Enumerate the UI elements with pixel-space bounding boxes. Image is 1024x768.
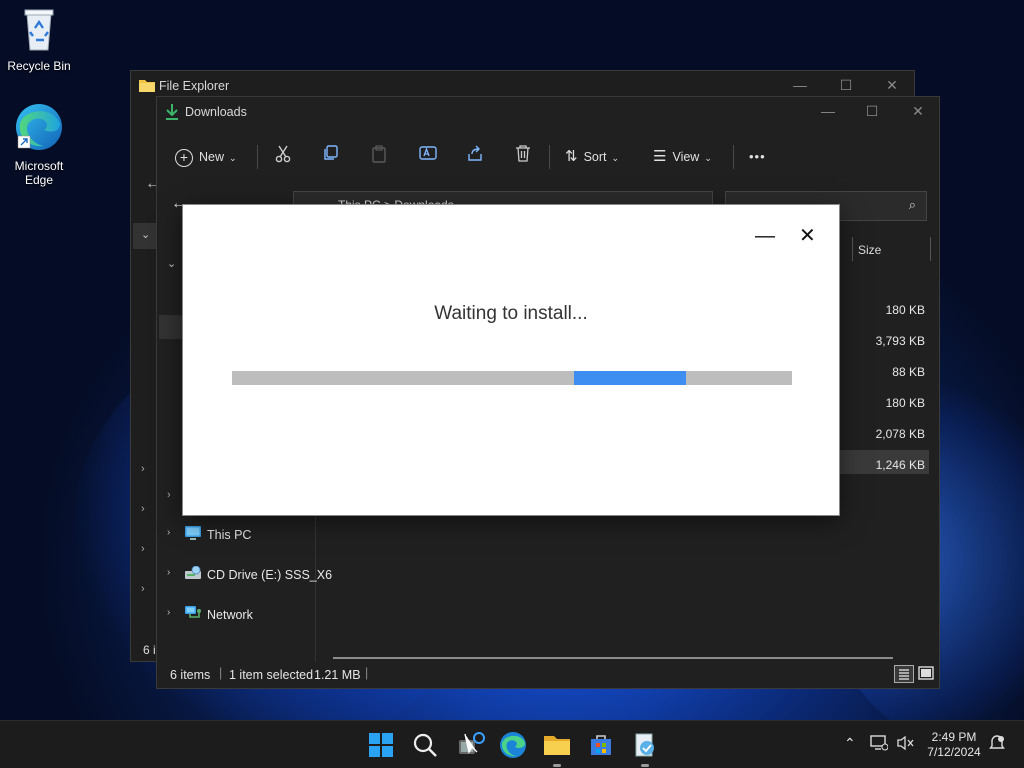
toolbar-divider: [733, 145, 734, 169]
column-header-size[interactable]: Size: [858, 243, 881, 257]
status-item-count: 6 i: [143, 643, 156, 657]
file-size: 1,246 KB: [875, 458, 925, 472]
title-bar[interactable]: Downloads — ☐ ✕: [157, 97, 939, 125]
column-divider: [930, 237, 931, 261]
status-selected: 1 item selected: [229, 668, 314, 682]
chevron-right-icon[interactable]: ›: [141, 583, 145, 595]
close-icon[interactable]: ✕: [799, 223, 816, 248]
chevron-down-icon: ⌄: [704, 153, 712, 163]
minimize-icon[interactable]: —: [805, 99, 851, 123]
running-indicator: [553, 764, 561, 767]
store-icon[interactable]: [586, 730, 616, 760]
status-bar: 6 items | 1 item selected 1.21 MB |: [157, 662, 939, 688]
computer-icon: [185, 526, 201, 544]
nav-selected-row[interactable]: [159, 315, 185, 339]
recycle-bin-icon: [2, 6, 76, 55]
cd-drive-icon: [185, 565, 201, 584]
maximize-icon[interactable]: ☐: [849, 99, 895, 123]
share-icon[interactable]: [467, 145, 483, 169]
chevron-down-icon: ⌄: [229, 153, 237, 163]
chevron-right-icon[interactable]: ›: [141, 543, 145, 555]
chevron-right-icon: ›: [167, 607, 171, 618]
chevron-right-icon: ›: [167, 527, 171, 538]
file-size: 180 KB: [885, 396, 925, 410]
chevron-down-icon: ⌄: [611, 153, 620, 163]
edge-icon[interactable]: [498, 730, 528, 760]
plus-icon: +: [175, 148, 193, 167]
window-title: File Explorer: [159, 79, 230, 93]
clock-time: 2:49 PM: [931, 730, 977, 744]
status-divider: |: [365, 666, 369, 680]
copy-icon[interactable]: [323, 145, 339, 169]
close-icon[interactable]: ✕: [895, 99, 941, 123]
download-icon: [165, 104, 179, 123]
running-indicator: [641, 764, 649, 767]
chevron-right-icon: ›: [167, 567, 171, 578]
command-bar: + New ⌄ ⇅ Sort ⌄ ☰ View ⌄ •••: [157, 137, 939, 177]
sort-button[interactable]: ⇅ Sort ⌄: [565, 145, 619, 169]
sort-icon: ⇅: [565, 148, 578, 165]
desktop-icon-label: Microsoft Edge: [14, 159, 64, 187]
file-size: 88 KB: [892, 365, 925, 379]
status-item-count: 6 items: [170, 668, 211, 682]
new-button[interactable]: + New ⌄: [175, 145, 237, 169]
toolbar-divider: [549, 145, 550, 169]
file-explorer-icon[interactable]: [542, 730, 572, 760]
desktop-icon-label: Recycle Bin: [7, 59, 71, 73]
maximize-icon[interactable]: ☐: [823, 73, 869, 97]
chevron-right-icon[interactable]: ›: [141, 463, 145, 475]
status-divider: |: [219, 666, 223, 680]
more-options-icon[interactable]: •••: [749, 145, 766, 169]
speaker-muted-icon[interactable]: [896, 735, 914, 754]
chevron-right-icon[interactable]: ›: [141, 503, 145, 515]
clock[interactable]: 2:49 PM 7/12/2024: [926, 730, 982, 760]
column-divider: [852, 237, 853, 261]
toolbar-divider: [257, 145, 258, 169]
details-view-icon[interactable]: [894, 665, 914, 683]
nav-pane-divider: [315, 507, 316, 662]
paste-icon[interactable]: [371, 145, 387, 169]
desktop-icon-recycle-bin[interactable]: Recycle Bin: [2, 6, 76, 73]
horizontal-scrollbar[interactable]: [333, 657, 893, 659]
desktop: Recycle Bin Microsoft Edge File Explorer: [0, 0, 1024, 720]
file-size: 180 KB: [885, 303, 925, 317]
notification-icon[interactable]: [988, 734, 1006, 755]
nav-item-network[interactable]: › Network: [157, 601, 315, 629]
status-size: 1.21 MB: [314, 668, 361, 682]
network-icon: [185, 606, 201, 624]
folder-icon: [139, 78, 155, 95]
rename-icon[interactable]: [419, 145, 437, 169]
chevron-up-icon[interactable]: ⌃: [844, 735, 856, 752]
delete-icon[interactable]: [515, 145, 531, 169]
view-button[interactable]: ☰ View ⌄: [653, 145, 712, 169]
desktop-icon-microsoft-edge[interactable]: Microsoft Edge: [2, 102, 76, 187]
tiles-view-icon[interactable]: [917, 665, 935, 683]
close-icon[interactable]: ✕: [869, 73, 915, 97]
taskbar: ⌃ 2:49 PM 7/12/2024: [0, 720, 1024, 768]
edge-icon: [2, 102, 76, 155]
cut-icon[interactable]: [275, 145, 291, 169]
setup-app-icon[interactable]: [630, 730, 660, 760]
search-icon[interactable]: [410, 730, 440, 760]
install-progress-bar: [232, 371, 792, 385]
file-size: 3,793 KB: [875, 334, 925, 348]
nav-item-this-pc[interactable]: › This PC: [157, 521, 315, 549]
chevron-right-icon[interactable]: ›: [167, 489, 171, 501]
minimize-icon[interactable]: —: [755, 225, 775, 248]
install-dialog[interactable]: — ✕ Waiting to install...: [183, 205, 839, 515]
file-size: 2,078 KB: [875, 427, 925, 441]
window-title: Downloads: [185, 105, 247, 119]
clock-date: 7/12/2024: [927, 745, 981, 759]
search-icon: ⌕: [908, 197, 916, 212]
view-list-icon: ☰: [653, 148, 667, 165]
start-button[interactable]: [366, 730, 396, 760]
chevron-down-icon[interactable]: ⌄: [167, 257, 176, 270]
title-bar[interactable]: File Explorer — ☐ ✕: [131, 71, 914, 99]
installer-app-icon[interactable]: [455, 730, 485, 760]
nav-item-cd-drive[interactable]: › CD Drive (E:) SSS_X6: [157, 561, 332, 589]
install-progress-fill: [573, 371, 686, 385]
install-status-message: Waiting to install...: [434, 303, 588, 324]
minimize-icon[interactable]: —: [777, 73, 823, 97]
network-status-icon[interactable]: [870, 735, 889, 754]
